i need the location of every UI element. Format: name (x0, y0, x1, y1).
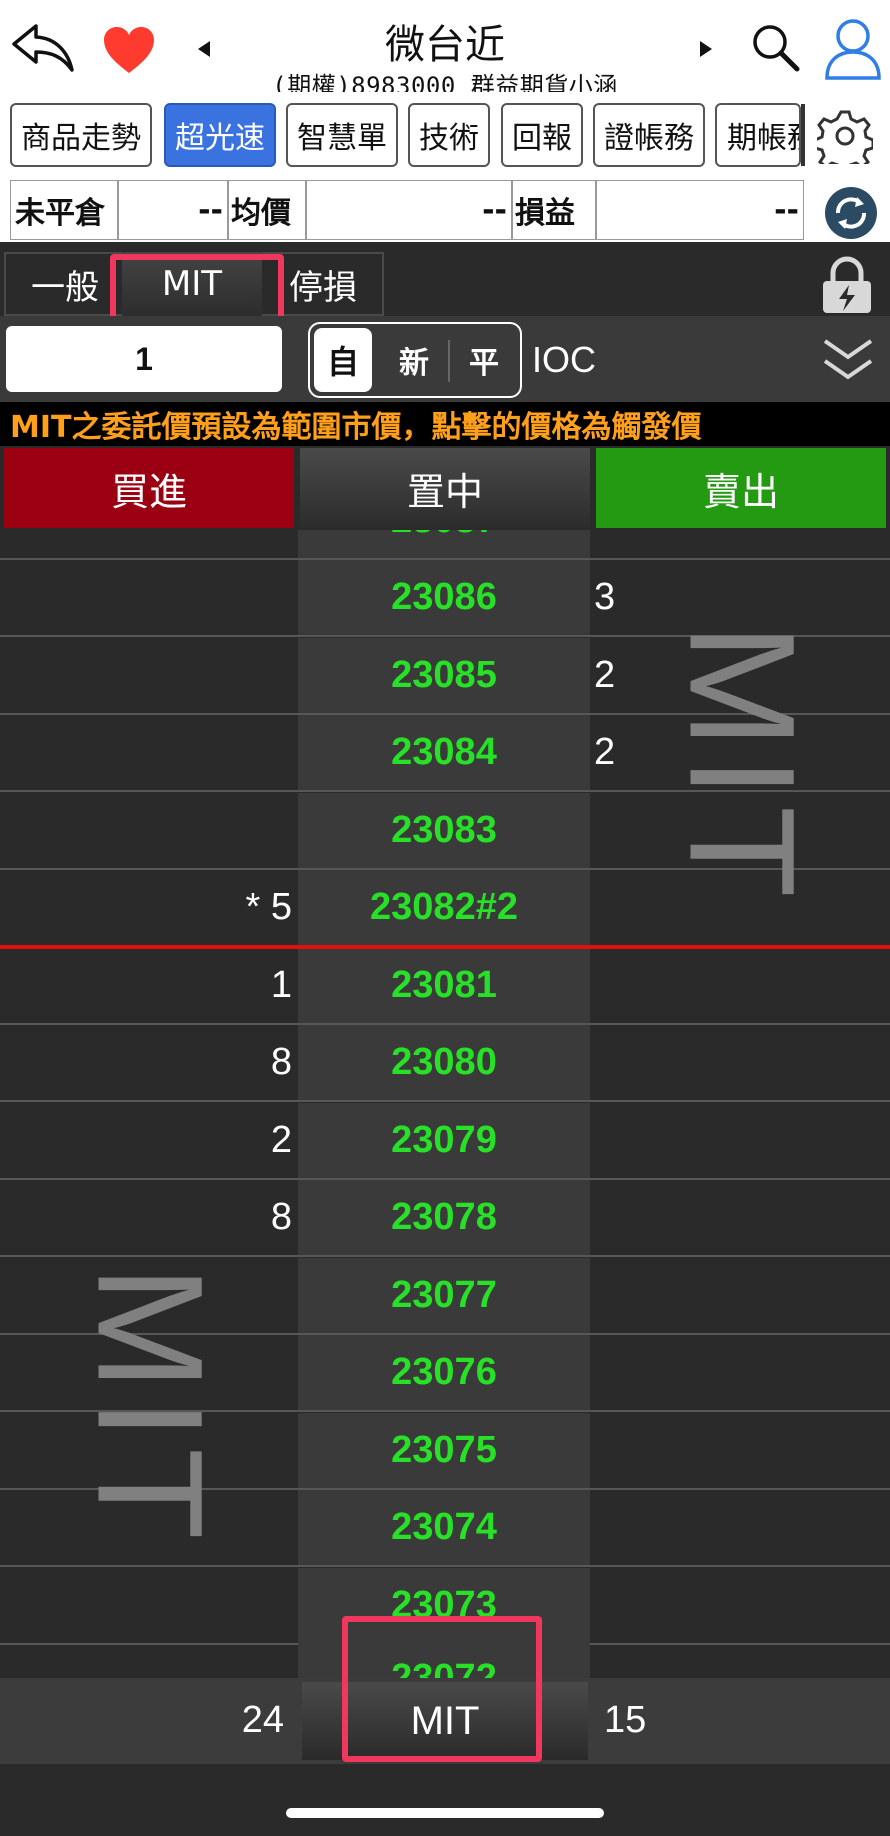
ladder-row: 1 23081 (0, 947, 890, 1025)
price-cell[interactable]: 23081 (298, 947, 590, 1023)
sell-qty (594, 1641, 890, 1678)
position-option-new[interactable]: 新 (382, 328, 446, 392)
buy-qty[interactable] (0, 793, 296, 868)
current-price-line (0, 945, 890, 949)
mode-general[interactable]: 一般 (10, 252, 120, 316)
buy-qty[interactable]: * 5 (0, 870, 296, 945)
price-cell[interactable]: 23076 (298, 1335, 590, 1410)
home-indicator[interactable] (286, 1808, 604, 1818)
mit-notice: MIT之委託價預設為範圍市價，點擊的價格為觸發價 (0, 402, 890, 446)
sell-side-mit-watermark: MIT (658, 623, 827, 906)
ladder-partial-row-top: 23087 (0, 530, 890, 560)
tab-divider (801, 104, 805, 166)
buy-qty[interactable] (0, 560, 296, 635)
sell-qty[interactable] (594, 1413, 890, 1488)
price-ladder[interactable]: 23087 23086323085223084223083* 523082#21… (0, 530, 890, 1678)
time-in-force[interactable]: IOC (532, 330, 622, 390)
price-cell[interactable]: 23074 (298, 1490, 590, 1565)
position-option-self[interactable]: 自 (314, 328, 372, 392)
buy-qty (0, 1641, 296, 1678)
pnl-value: -- (596, 180, 804, 240)
position-divider (448, 340, 450, 382)
sell-button[interactable]: 賣出 (596, 448, 886, 528)
price-cell[interactable]: 23083 (298, 792, 590, 868)
sell-qty[interactable] (594, 1335, 890, 1410)
tab-ultra-speed[interactable]: 超光速 (164, 103, 276, 167)
buy-button[interactable]: 買進 (4, 448, 294, 528)
position-option-close[interactable]: 平 (452, 328, 516, 392)
tab-technical[interactable]: 技術 (408, 103, 490, 167)
open-position-value: -- (118, 180, 228, 240)
buy-total: 24 (241, 1698, 284, 1741)
price-cell[interactable]: 23086 (298, 560, 590, 635)
price-cell[interactable]: 23079 (298, 1102, 590, 1178)
price-cell[interactable]: 23084 (298, 715, 590, 790)
price-cell[interactable]: 23087 (298, 530, 590, 558)
sell-qty[interactable] (594, 1103, 890, 1178)
tab-futures-account[interactable]: 期帳務 (715, 103, 801, 167)
tab-product-trend[interactable]: 商品走勢 (10, 103, 152, 167)
pnl-label: 損益 (512, 180, 596, 240)
buy-qty[interactable]: 2 (0, 1103, 296, 1178)
buy-side-mit-watermark: MIT (66, 1265, 235, 1548)
sell-qty[interactable] (594, 1258, 890, 1333)
buy-qty[interactable] (0, 1568, 296, 1643)
buy-qty[interactable]: 8 (0, 1180, 296, 1255)
mode-stop-loss[interactable]: 停損 (268, 252, 378, 316)
page-title: 微台近 (385, 22, 505, 68)
refresh-icon[interactable] (822, 184, 880, 242)
buy-qty[interactable] (0, 715, 296, 790)
price-cell[interactable]: 23078 (298, 1180, 590, 1255)
sell-qty[interactable] (594, 1490, 890, 1565)
quantity-input[interactable]: 1 (6, 326, 282, 392)
price-cell[interactable]: 23077 (298, 1257, 590, 1333)
ladder-row: 8 23080 (0, 1025, 890, 1102)
avg-price-value: -- (306, 180, 512, 240)
buy-qty (0, 530, 296, 558)
price-cell[interactable]: 23082#2 (298, 870, 590, 945)
sell-qty[interactable] (594, 1025, 890, 1100)
search-icon[interactable] (748, 20, 804, 76)
price-cell[interactable]: 23080 (298, 1025, 590, 1100)
ladder-row: 2 23079 (0, 1102, 890, 1180)
price-cell[interactable]: 23085 (298, 637, 590, 713)
buy-qty[interactable]: 8 (0, 1025, 296, 1100)
sell-qty[interactable] (594, 1568, 890, 1643)
center-button[interactable]: 置中 (300, 448, 590, 528)
sell-qty[interactable] (594, 1180, 890, 1255)
sell-qty (594, 530, 890, 558)
double-chevron-down-icon[interactable] (816, 330, 880, 390)
tab-securities-account[interactable]: 證帳務 (593, 103, 705, 167)
sell-total: 15 (604, 1698, 647, 1741)
avg-price-label: 均價 (228, 180, 306, 240)
lock-icon[interactable] (814, 254, 880, 316)
user-icon[interactable] (820, 14, 886, 82)
tab-report[interactable]: 回報 (501, 103, 583, 167)
buy-qty[interactable]: 1 (0, 948, 296, 1023)
sell-qty[interactable] (594, 948, 890, 1023)
tab-smart-order[interactable]: 智慧單 (286, 103, 398, 167)
gear-icon[interactable] (810, 104, 880, 168)
ladder-row: 8 23078 (0, 1180, 890, 1257)
heart-icon[interactable] (100, 22, 158, 78)
mit-center-highlight (342, 1616, 542, 1762)
buy-qty[interactable] (0, 638, 296, 713)
back-arrow-icon[interactable] (8, 18, 78, 78)
open-position-label: 未平倉 (10, 180, 118, 240)
price-cell[interactable]: 23075 (298, 1412, 590, 1488)
triangle-right-icon[interactable] (694, 36, 718, 62)
quantity-value: 1 (135, 340, 153, 377)
